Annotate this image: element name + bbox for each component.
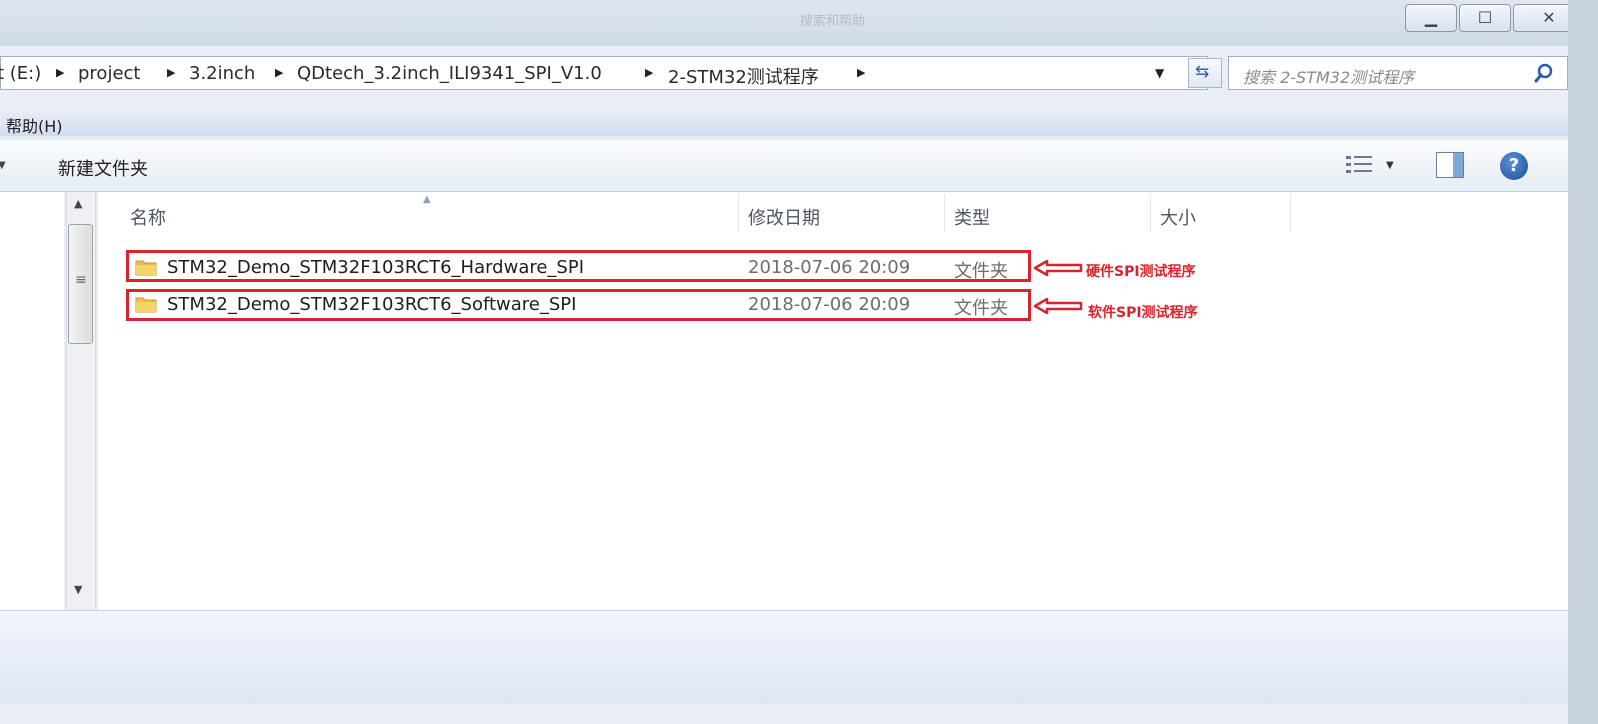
column-header-type[interactable]: 类型 <box>954 204 990 230</box>
highlight-box <box>126 289 1031 321</box>
menu-bar <box>0 112 1598 136</box>
scrollbar-grip-icon: ≡ <box>75 272 87 288</box>
breadcrumb-drive[interactable]: t (E:) <box>0 63 41 84</box>
address-dropdown-icon[interactable]: ▼ <box>1155 66 1164 80</box>
new-folder-button[interactable]: 新建文件夹 <box>58 155 148 181</box>
maximize-icon: ☐ <box>1477 8 1493 27</box>
preview-pane-button[interactable] <box>1436 152 1464 178</box>
breadcrumb-stm32[interactable]: 2-STM32测试程序 <box>668 63 819 89</box>
column-divider[interactable] <box>1290 194 1291 232</box>
search-input[interactable]: 搜索 2-STM32测试程序 <box>1228 56 1568 90</box>
preview-pane-icon <box>1453 153 1463 177</box>
breadcrumb-arrow-icon[interactable]: ▶ <box>645 66 653 79</box>
left-arrow-icon <box>1033 260 1083 276</box>
help-icon[interactable]: ? <box>1500 152 1528 180</box>
column-divider[interactable] <box>1150 194 1151 232</box>
search-placeholder: 搜索 2-STM32测试程序 <box>1243 68 1415 87</box>
annotation-software: 软件SPI测试程序 <box>1088 305 1198 321</box>
toolbar-dropdown-icon[interactable]: ▼ <box>0 160 6 171</box>
column-divider[interactable] <box>944 194 945 232</box>
window-title: 搜索和帮助 <box>800 14 866 29</box>
breadcrumb-qdtech[interactable]: QDtech_3.2inch_ILI9341_SPI_V1.0 <box>297 63 602 84</box>
breadcrumb-3-2inch[interactable]: 3.2inch <box>189 63 255 84</box>
breadcrumb-arrow-icon[interactable]: ▶ <box>857 66 865 79</box>
scroll-down-icon[interactable]: ▼ <box>74 583 82 596</box>
address-bar[interactable]: t (E:) ▶ project ▶ 3.2inch ▶ QDtech_3.2i… <box>0 56 1208 90</box>
view-dropdown-icon[interactable]: ▼ <box>1386 160 1394 171</box>
column-header-size[interactable]: 大小 <box>1160 204 1196 230</box>
maximize-button[interactable]: ☐ <box>1459 4 1511 32</box>
highlight-box <box>126 250 1031 282</box>
navigation-pane[interactable] <box>0 192 64 610</box>
window-border <box>1568 0 1598 724</box>
annotation-hardware: 硬件SPI测试程序 <box>1086 264 1196 280</box>
minimize-button[interactable]: ▁ <box>1405 4 1457 32</box>
minimize-icon: ▁ <box>1424 8 1438 27</box>
sort-ascending-icon: ▲ <box>423 194 431 205</box>
column-divider[interactable] <box>738 194 739 232</box>
refresh-button[interactable]: ⇆ <box>1188 58 1222 88</box>
breadcrumb-project[interactable]: project <box>78 63 140 84</box>
column-header-name[interactable]: 名称 <box>130 204 166 230</box>
breadcrumb-arrow-icon[interactable]: ▶ <box>167 66 175 79</box>
column-header-modified[interactable]: 修改日期 <box>748 204 820 230</box>
title-bar <box>0 0 1598 46</box>
menu-item-help[interactable]: 帮助(H) <box>6 113 63 137</box>
left-arrow-icon <box>1033 298 1083 314</box>
refresh-icon: ⇆ <box>1195 62 1210 82</box>
breadcrumb-arrow-icon[interactable]: ▶ <box>275 66 283 79</box>
search-icon[interactable] <box>1533 62 1555 84</box>
view-list-icon[interactable] <box>1345 154 1373 176</box>
details-pane <box>0 610 1568 704</box>
breadcrumb-arrow-icon[interactable]: ▶ <box>56 66 64 79</box>
scroll-up-icon[interactable]: ▲ <box>74 197 82 210</box>
